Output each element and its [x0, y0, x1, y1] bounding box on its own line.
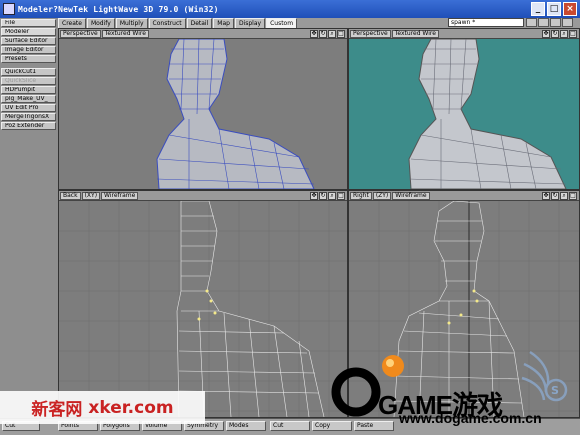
svg-text:S: S: [551, 384, 559, 397]
model-view-perspective-textured: [408, 39, 567, 189]
paste-button[interactable]: Paste: [354, 421, 394, 431]
viewport-header: Perspective Textured Wire ✥ ↻ ⌕ □: [59, 29, 347, 39]
move-view-icon[interactable]: ✥: [310, 192, 318, 200]
maximize-button[interactable]: □: [547, 2, 561, 16]
tab-detail[interactable]: Detail: [186, 18, 213, 28]
zoom-view-icon[interactable]: ⌕: [560, 30, 568, 38]
zoom-view-icon[interactable]: ⌕: [328, 30, 336, 38]
rotate-view-icon[interactable]: ↻: [551, 30, 559, 38]
viewport-bottom-left[interactable]: Back (XY) Wireframe ✥ ↻ ⌕ □: [58, 190, 348, 418]
minimize-button[interactable]: _: [531, 2, 545, 16]
axis-label: (ZY): [372, 191, 392, 200]
layer-select[interactable]: spawn *: [448, 18, 524, 27]
quickslice-button[interactable]: QuickSlice: [1, 77, 56, 85]
tab-multiply[interactable]: Multiply: [115, 18, 148, 28]
window-controls: _ □ ×: [531, 2, 577, 16]
tab-bar: Create Modify Multiply Construct Detail …: [58, 18, 580, 28]
layer-button-1[interactable]: [526, 18, 537, 27]
tab-create[interactable]: Create: [58, 18, 86, 28]
view-type-dropdown[interactable]: Back: [60, 191, 81, 200]
presets-button[interactable]: Presets: [1, 55, 56, 63]
uv-edit-pro-button[interactable]: UV Edit Pro: [1, 104, 56, 112]
poz-extender-button[interactable]: Poz Extender: [1, 122, 56, 130]
viewport-header: Back (XY) Wireframe ✥ ↻ ⌕ □: [59, 191, 347, 201]
watermark-url-text: www.dogame.com.cn: [399, 410, 542, 426]
app-icon: [3, 3, 15, 15]
render-mode-dropdown[interactable]: Wireframe: [101, 191, 139, 200]
modeler-menu[interactable]: Modeler: [1, 28, 56, 36]
maximize-view-icon[interactable]: □: [569, 30, 577, 38]
cut-button[interactable]: Cut: [270, 421, 310, 431]
maximize-view-icon[interactable]: □: [337, 192, 345, 200]
maximize-view-icon[interactable]: □: [569, 192, 577, 200]
tab-modify[interactable]: Modify: [86, 18, 115, 28]
watermark-cn-text: 新客网: [31, 400, 83, 420]
viewport-top-right[interactable]: Perspective Textured Wire ✥ ↻ ⌕ □: [348, 28, 580, 190]
quickcut-button[interactable]: QuickCut1: [1, 68, 56, 76]
viewport-header: Perspective Textured Wire ✥ ↻ ⌕ □: [349, 29, 579, 39]
move-view-icon[interactable]: ✥: [542, 192, 550, 200]
hdpumpit-button[interactable]: HDPumpit: [1, 86, 56, 94]
move-view-icon[interactable]: ✥: [542, 30, 550, 38]
viewport-header: Right (ZY) Wireframe ✥ ↻ ⌕ □: [349, 191, 579, 201]
tab-display[interactable]: Display: [234, 18, 266, 28]
rotate-view-icon[interactable]: ↻: [319, 30, 327, 38]
make-uv-button[interactable]: plg_Make_UV_: [1, 95, 56, 103]
rotate-view-icon[interactable]: ↻: [319, 192, 327, 200]
view-type-dropdown[interactable]: Perspective: [350, 29, 391, 38]
render-mode-dropdown[interactable]: Textured Wire: [391, 29, 439, 38]
axis-label: (XY): [81, 191, 101, 200]
wings-emblem-icon: S: [521, 350, 568, 402]
window-title: Modeler?NewTek LightWave 3D 79.0 (Win32): [18, 4, 219, 14]
maximize-view-icon[interactable]: □: [337, 30, 345, 38]
image-editor-button[interactable]: Image Editor: [1, 46, 56, 54]
xker-watermark: 新客网 xker.com: [0, 391, 205, 424]
watermark-en-text: xker.com: [88, 397, 174, 418]
file-menu[interactable]: File: [1, 19, 56, 27]
render-mode-dropdown[interactable]: Wireframe: [392, 191, 430, 200]
modes-dropdown[interactable]: Modes: [226, 421, 266, 431]
layer-button-3[interactable]: [550, 18, 561, 27]
left-toolbar: File Modeler Surface Editor Image Editor…: [0, 18, 58, 418]
layer-button-2[interactable]: [538, 18, 549, 27]
move-view-icon[interactable]: ✥: [310, 30, 318, 38]
rotate-view-icon[interactable]: ↻: [551, 192, 559, 200]
title-bar: Modeler?NewTek LightWave 3D 79.0 (Win32)…: [0, 0, 580, 18]
zoom-view-icon[interactable]: ⌕: [328, 192, 336, 200]
tab-map[interactable]: Map: [213, 18, 234, 28]
merge-trigons-button[interactable]: MergeTrigonsX: [1, 113, 56, 121]
copy-button[interactable]: Copy: [312, 421, 352, 431]
view-type-dropdown[interactable]: Perspective: [60, 29, 101, 38]
close-button[interactable]: ×: [563, 2, 577, 16]
layer-button-4[interactable]: [562, 18, 573, 27]
tab-custom[interactable]: Custom: [266, 18, 298, 28]
view-type-dropdown[interactable]: Right: [350, 191, 372, 200]
viewport-top-left[interactable]: Perspective Textured Wire ✥ ↻ ⌕ □: [58, 28, 348, 190]
zoom-view-icon[interactable]: ⌕: [560, 192, 568, 200]
tab-construct[interactable]: Construct: [148, 18, 186, 28]
model-view-back: [59, 201, 347, 417]
render-mode-dropdown[interactable]: Textured Wire: [101, 29, 149, 38]
model-view-perspective: [156, 39, 315, 189]
surface-editor-button[interactable]: Surface Editor: [1, 37, 56, 45]
